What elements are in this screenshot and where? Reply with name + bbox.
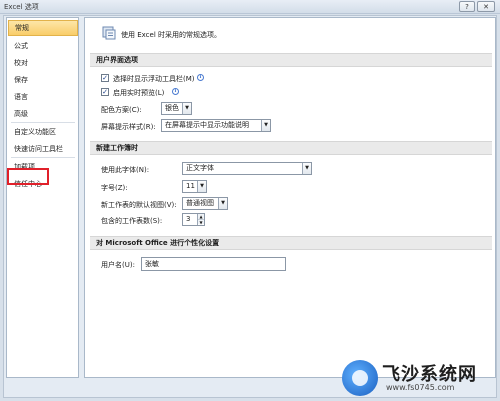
screentip-style-label: 屏幕提示样式(R): [101, 123, 156, 131]
sidebar-divider [11, 122, 75, 123]
section-header-personalize: 对 Microsoft Office 进行个性化设置 [90, 236, 492, 250]
sidebar: 常规 公式 校对 保存 语言 高级 自定义功能区 快速访问工具栏 加载项 信任中… [6, 17, 79, 378]
sheet-count-stepper[interactable]: 3 ▲ ▼ [182, 213, 205, 226]
intro-text: 使用 Excel 时采用的常规选项。 [121, 31, 221, 39]
sidebar-item-formulas[interactable]: 公式 [8, 38, 78, 54]
info-icon: i [197, 74, 204, 81]
sidebar-item-language[interactable]: 语言 [8, 89, 78, 105]
default-view-label: 新工作表的默认视图(V): [101, 201, 177, 209]
checkmark-icon: ✓ [102, 87, 108, 96]
checkmark-icon: ✓ [102, 73, 108, 82]
color-scheme-value: 银色 [165, 104, 179, 112]
font-size-value: 11 [186, 182, 195, 190]
help-icon: ? [465, 2, 469, 11]
watermark-url: www.fs0745.com [386, 383, 455, 392]
default-view-select[interactable]: 普通视图 ▼ [182, 197, 228, 210]
chevron-down-icon: ▼ [302, 163, 311, 174]
close-button[interactable]: ✕ [477, 1, 495, 12]
mini-toolbar-checkbox[interactable]: ✓ [101, 74, 109, 82]
default-font-select[interactable]: 正文字体 ▼ [182, 162, 312, 175]
close-icon: ✕ [483, 2, 489, 11]
default-font-value: 正文字体 [186, 164, 214, 172]
username-label: 用户名(U): [101, 261, 135, 269]
sheet-count-value: 3 [186, 215, 191, 223]
live-preview-checkbox[interactable]: ✓ [101, 88, 109, 96]
sidebar-item-general[interactable]: 常规 [8, 20, 78, 36]
font-size-label: 字号(Z): [101, 184, 128, 192]
chevron-down-icon: ▼ [261, 120, 270, 131]
sidebar-item-proofing[interactable]: 校对 [8, 55, 78, 71]
sidebar-item-save[interactable]: 保存 [8, 72, 78, 88]
mini-toolbar-label: 选择时显示浮动工具栏(M) [113, 75, 195, 83]
default-view-value: 普通视图 [186, 199, 214, 207]
general-settings-icon [102, 26, 116, 40]
chevron-down-icon: ▼ [218, 198, 227, 209]
options-content-panel [84, 17, 496, 378]
window-title: Excel 选项 [4, 3, 39, 11]
screentip-style-select[interactable]: 在屏幕提示中显示功能说明 ▼ [161, 119, 271, 132]
username-input[interactable]: 张敏 [141, 257, 286, 271]
sidebar-divider [11, 157, 75, 158]
watermark-logo-icon [342, 360, 378, 396]
sidebar-item-customize-ribbon[interactable]: 自定义功能区 [8, 124, 78, 140]
color-scheme-label: 配色方案(C): [101, 106, 142, 114]
chevron-down-icon: ▼ [197, 181, 206, 192]
color-scheme-select[interactable]: 银色 ▼ [161, 102, 192, 115]
stepper-down-icon[interactable]: ▼ [198, 219, 204, 225]
live-preview-label: 启用实时预览(L) [113, 89, 165, 97]
sheet-count-label: 包含的工作表数(S): [101, 217, 163, 225]
trust-center-highlight [7, 168, 49, 185]
stepper-buttons: ▲ ▼ [197, 214, 204, 225]
chevron-down-icon: ▼ [182, 103, 191, 114]
section-header-new-workbook: 新建工作簿时 [90, 141, 492, 155]
title-bar: Excel 选项 ? ✕ [0, 0, 500, 14]
font-size-select[interactable]: 11 ▼ [182, 180, 207, 193]
sidebar-item-quick-access-toolbar[interactable]: 快速访问工具栏 [8, 141, 78, 157]
screentip-style-value: 在屏幕提示中显示功能说明 [165, 121, 249, 129]
site-watermark: 飞沙系统网 www.fs0745.com [338, 356, 498, 400]
section-header-ui-options: 用户界面选项 [90, 53, 492, 67]
default-font-label: 使用此字体(N): [101, 166, 150, 174]
help-button[interactable]: ? [459, 1, 475, 12]
info-icon: i [172, 88, 179, 95]
sidebar-item-advanced[interactable]: 高级 [8, 106, 78, 122]
